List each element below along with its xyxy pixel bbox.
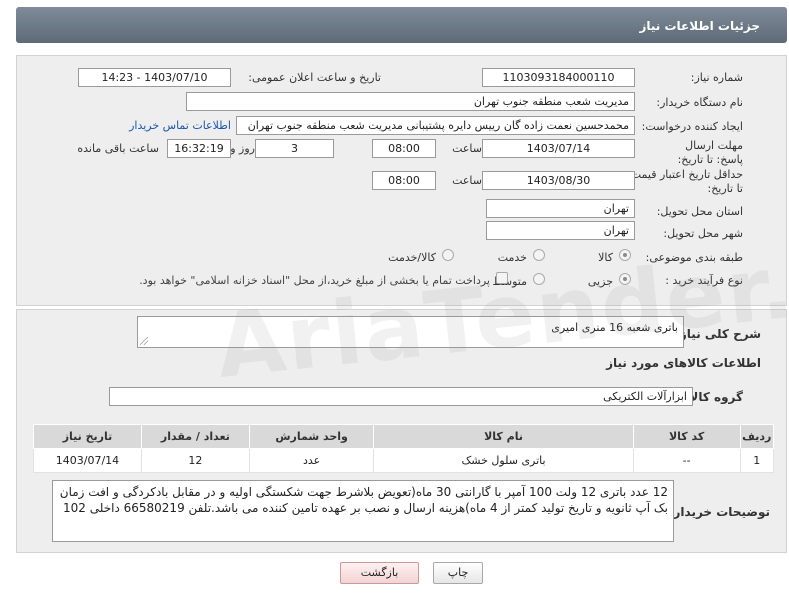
category-radio-goods[interactable] — [619, 249, 631, 261]
buyer-contact-link[interactable]: اطلاعات تماس خریدار — [129, 119, 231, 132]
goods-table-header: ردیف کد کالا نام کالا واحد شمارش تعداد /… — [33, 424, 775, 449]
cell-need-date: 1403/07/14 — [33, 448, 142, 473]
table-row: 1 -- باتری سلول خشک عدد 12 1403/07/14 — [33, 448, 775, 473]
buyer-org-field: مدیریت شعب منطقه جنوب تهران — [186, 92, 635, 111]
deadline-label: مهلت ارسال پاسخ: تا تاریخ: — [677, 139, 743, 166]
remaining-time-label: ساعت باقی مانده — [77, 142, 159, 155]
province-field: تهران — [486, 199, 635, 218]
price-validity-time-label: ساعت — [452, 174, 482, 187]
process-radio-minor[interactable] — [619, 273, 631, 285]
treasury-payment-checkbox[interactable] — [496, 272, 508, 284]
col-header-unit: واحد شمارش — [248, 424, 375, 449]
category-label: طبقه بندی موضوعی: — [645, 251, 743, 264]
need-number-field: 1103093184000110 — [482, 68, 635, 87]
need-number-label: شماره نیاز: — [690, 71, 743, 84]
page-title: جزئیات اطلاعات نیاز — [16, 7, 787, 43]
category-radio-goods-service[interactable] — [442, 249, 454, 261]
category-goods-label: کالا — [598, 251, 613, 264]
days-count-field: 3 — [255, 139, 334, 158]
province-label: استان محل تحویل: — [656, 205, 743, 218]
buyer-notes-text: 12 عدد باتری 12 ولت 100 آمپر با گارانتی … — [59, 485, 668, 515]
summary-textarea: باتری شعبه 16 منری امیری — [137, 316, 684, 348]
col-header-name: نام کالا — [373, 424, 634, 449]
need-details-page: جزئیات اطلاعات نیاز شماره نیاز: 11030931… — [0, 0, 789, 598]
process-radio-medium[interactable] — [533, 273, 545, 285]
back-button[interactable]: بازگشت — [340, 562, 419, 584]
city-label: شهر محل تحویل: — [663, 227, 743, 240]
print-button[interactable]: چاپ — [433, 562, 483, 584]
col-header-qty: تعداد / مقدار — [140, 424, 250, 449]
deadline-time-field: 08:00 — [372, 139, 436, 158]
cell-unit: عدد — [248, 448, 375, 473]
announce-datetime-field: 1403/07/10 - 14:23 — [78, 68, 231, 87]
summary-label: شرح کلی نیاز: — [675, 327, 761, 341]
price-validity-label: حداقل تاریخ اعتبار قیمت: تا تاریخ: — [627, 168, 743, 195]
price-validity-time-field: 08:00 — [372, 171, 436, 190]
buyer-org-label: نام دستگاه خریدار: — [656, 96, 743, 109]
remaining-time-field: 16:32:19 — [167, 139, 231, 158]
cell-quantity: 12 — [140, 448, 250, 473]
days-label: روز و — [230, 142, 255, 155]
col-header-code: کد کالا — [632, 424, 741, 449]
category-goods-service-label: کالا/خدمت — [388, 251, 436, 264]
deadline-time-label: ساعت — [452, 142, 482, 155]
goods-group-label: گروه کالا: — [684, 390, 743, 404]
city-field: تهران — [486, 221, 635, 240]
col-header-row: ردیف — [739, 424, 775, 449]
creator-field: محمدحسین نعمت زاده گان رییس دایره پشتیبا… — [236, 116, 635, 135]
announce-datetime-label: تاریخ و ساعت اعلان عمومی: — [248, 71, 381, 84]
creator-label: ایجاد کننده درخواست: — [641, 120, 743, 133]
process-minor-label: جزیی — [587, 275, 613, 288]
cell-row-number: 1 — [739, 448, 775, 473]
deadline-date-field: 1403/07/14 — [482, 139, 635, 158]
resize-grip-icon[interactable] — [140, 337, 148, 345]
process-type-label: نوع فرآیند خرید : — [665, 274, 743, 287]
price-validity-date-field: 1403/08/30 — [482, 171, 635, 190]
treasury-payment-note: پرداخت تمام یا بخشی از مبلغ خرید،از محل … — [139, 274, 490, 287]
buyer-notes-textarea: 12 عدد باتری 12 ولت 100 آمپر با گارانتی … — [52, 480, 674, 542]
summary-text: باتری شعبه 16 منری امیری — [551, 321, 678, 334]
category-service-label: خدمت — [497, 251, 527, 264]
category-radio-service[interactable] — [533, 249, 545, 261]
cell-goods-name: باتری سلول خشک — [373, 448, 634, 473]
goods-table: ردیف کد کالا نام کالا واحد شمارش تعداد /… — [33, 424, 775, 473]
cell-goods-code: -- — [632, 448, 741, 473]
col-header-date: تاریخ نیاز — [33, 424, 142, 449]
goods-group-field: ابزارآلات الکتریکی — [109, 387, 693, 406]
buyer-notes-label: توضیحات خریدار: — [668, 505, 770, 519]
goods-section-title: اطلاعات کالاهای مورد نیاز — [606, 356, 761, 370]
